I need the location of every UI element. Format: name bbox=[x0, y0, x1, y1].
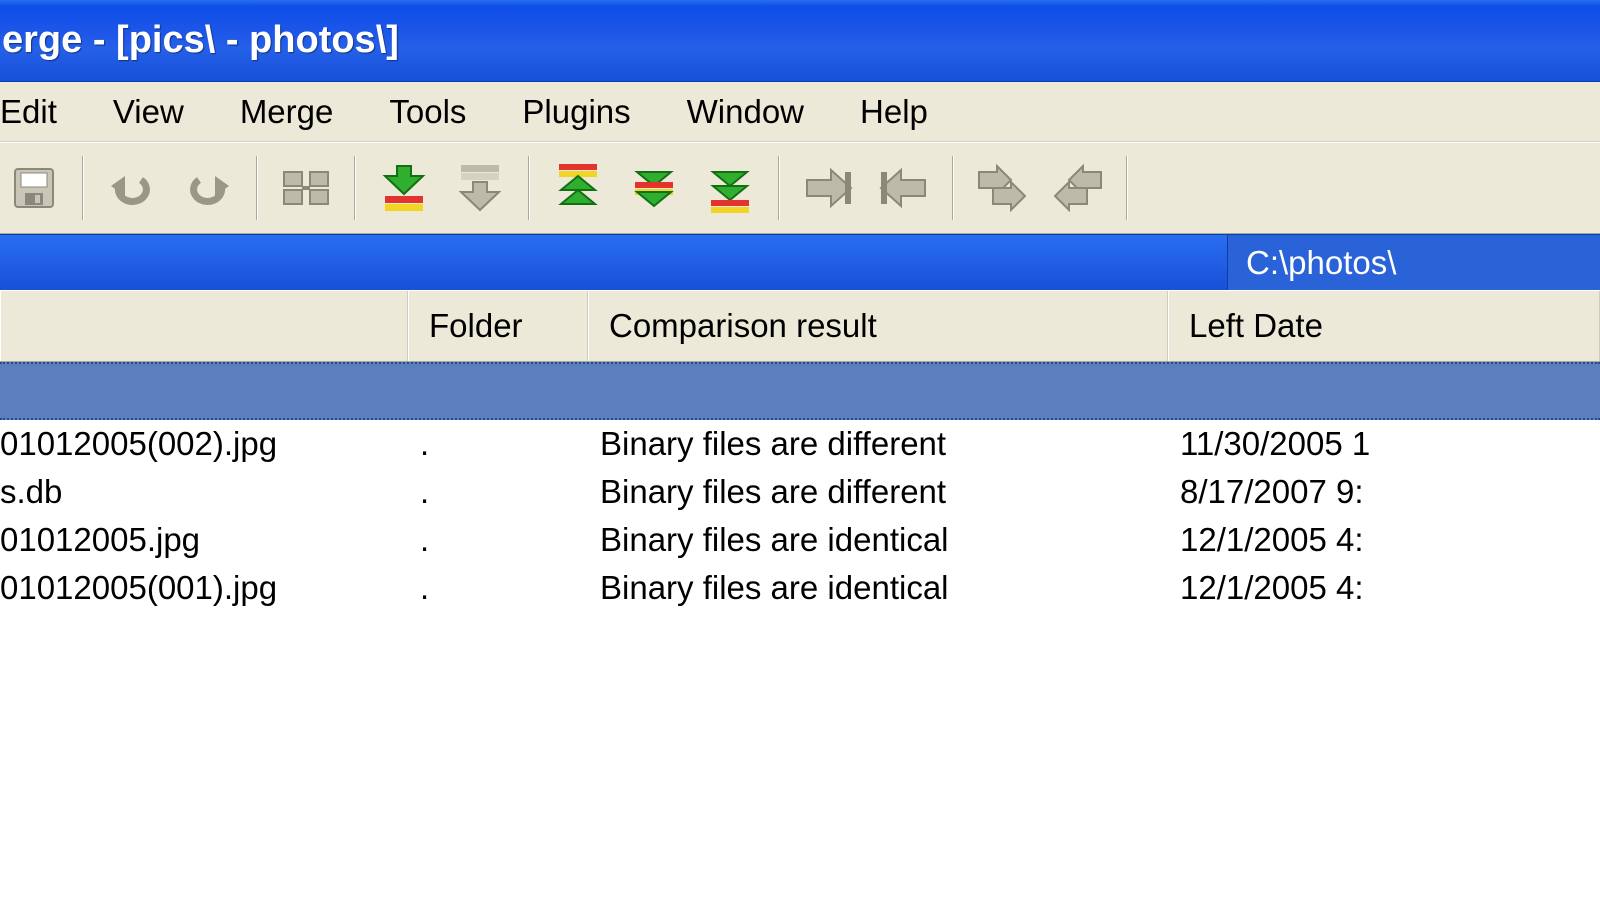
undo-button[interactable] bbox=[98, 156, 166, 220]
menubar: Edit View Merge Tools Plugins Window Hel… bbox=[0, 82, 1600, 142]
menu-help[interactable]: Help bbox=[832, 87, 956, 137]
next-diff-button[interactable] bbox=[370, 156, 438, 220]
menu-tools[interactable]: Tools bbox=[361, 87, 494, 137]
prev-diff-button[interactable] bbox=[446, 156, 514, 220]
menu-label: Help bbox=[860, 93, 928, 130]
cell-left-date: 12/1/2005 4: bbox=[1168, 521, 1600, 559]
cell-comparison: Binary files are different bbox=[588, 425, 1168, 463]
redo-icon bbox=[183, 168, 233, 208]
column-label: Folder bbox=[429, 307, 523, 345]
selected-row[interactable] bbox=[0, 362, 1600, 420]
double-mid-icon bbox=[629, 162, 679, 214]
column-filename[interactable] bbox=[0, 291, 408, 361]
current-diff-button[interactable] bbox=[620, 156, 688, 220]
table-row[interactable]: 01012005.jpg . Binary files are identica… bbox=[0, 516, 1600, 564]
toolbar-separator bbox=[256, 156, 258, 220]
cell-filename: 01012005.jpg bbox=[0, 521, 408, 559]
right-pane-path-text: C:\photos\ bbox=[1246, 244, 1396, 282]
menu-label: Plugins bbox=[522, 93, 630, 130]
double-down-icon bbox=[705, 162, 755, 214]
arrow-left-icon bbox=[877, 166, 931, 210]
diff-down-icon bbox=[379, 162, 429, 214]
right-pane-path[interactable]: C:\photos\ bbox=[1228, 235, 1600, 290]
cell-left-date: 12/1/2005 4: bbox=[1168, 569, 1600, 607]
undo-icon bbox=[107, 168, 157, 208]
toolbar-separator bbox=[952, 156, 954, 220]
column-label: Left Date bbox=[1189, 307, 1323, 345]
column-header-row: Folder Comparison result Left Date bbox=[0, 290, 1600, 362]
left-pane-path[interactable] bbox=[0, 235, 1228, 290]
column-left-date[interactable]: Left Date bbox=[1168, 291, 1600, 361]
menu-label: Tools bbox=[389, 93, 466, 130]
last-diff-button[interactable] bbox=[696, 156, 764, 220]
table-row[interactable]: 01012005(002).jpg . Binary files are dif… bbox=[0, 420, 1600, 468]
window-titlebar: erge - [pics\ - photos\] bbox=[0, 0, 1600, 82]
toolbar-separator bbox=[82, 156, 84, 220]
cell-folder: . bbox=[408, 569, 588, 607]
merge-right-icon bbox=[975, 164, 1029, 212]
table-row[interactable]: s.db . Binary files are different 8/17/2… bbox=[0, 468, 1600, 516]
cell-left-date: 11/30/2005 1 bbox=[1168, 425, 1600, 463]
copy-right-button[interactable] bbox=[794, 156, 862, 220]
menu-merge[interactable]: Merge bbox=[212, 87, 362, 137]
cell-filename: 01012005(002).jpg bbox=[0, 425, 408, 463]
menu-label: Edit bbox=[0, 93, 57, 130]
result-grid: 01012005(002).jpg . Binary files are dif… bbox=[0, 420, 1600, 900]
menu-label: View bbox=[113, 93, 184, 130]
pathbar: C:\photos\ bbox=[0, 234, 1600, 290]
menu-label: Merge bbox=[240, 93, 334, 130]
menu-edit[interactable]: Edit bbox=[0, 87, 85, 137]
compare-blocks-icon bbox=[280, 166, 332, 210]
compare-blocks-button[interactable] bbox=[272, 156, 340, 220]
toolbar-separator bbox=[778, 156, 780, 220]
column-label: Comparison result bbox=[609, 307, 877, 345]
all-right-button[interactable] bbox=[968, 156, 1036, 220]
menu-view[interactable]: View bbox=[85, 87, 212, 137]
save-button[interactable] bbox=[0, 156, 68, 220]
arrow-right-icon bbox=[801, 166, 855, 210]
table-row[interactable]: 01012005(001).jpg . Binary files are ide… bbox=[0, 564, 1600, 612]
column-folder[interactable]: Folder bbox=[408, 291, 588, 361]
cell-filename: 01012005(001).jpg bbox=[0, 569, 408, 607]
merge-left-icon bbox=[1051, 164, 1105, 212]
cell-filename: s.db bbox=[0, 473, 408, 511]
cell-folder: . bbox=[408, 521, 588, 559]
cell-folder: . bbox=[408, 473, 588, 511]
cell-folder: . bbox=[408, 425, 588, 463]
cell-comparison: Binary files are different bbox=[588, 473, 1168, 511]
toolbar-separator bbox=[1126, 156, 1128, 220]
diff-up-icon bbox=[455, 162, 505, 214]
toolbar-separator bbox=[528, 156, 530, 220]
column-comparison[interactable]: Comparison result bbox=[588, 291, 1168, 361]
menu-plugins[interactable]: Plugins bbox=[494, 87, 658, 137]
cell-left-date: 8/17/2007 9: bbox=[1168, 473, 1600, 511]
toolbar bbox=[0, 142, 1600, 234]
double-up-icon bbox=[553, 162, 603, 214]
copy-left-button[interactable] bbox=[870, 156, 938, 220]
menu-label: Window bbox=[687, 93, 804, 130]
save-icon bbox=[11, 165, 57, 211]
cell-comparison: Binary files are identical bbox=[588, 569, 1168, 607]
redo-button[interactable] bbox=[174, 156, 242, 220]
toolbar-separator bbox=[354, 156, 356, 220]
cell-comparison: Binary files are identical bbox=[588, 521, 1168, 559]
menu-window[interactable]: Window bbox=[659, 87, 832, 137]
first-diff-button[interactable] bbox=[544, 156, 612, 220]
window-title: erge - [pics\ - photos\] bbox=[2, 19, 399, 62]
all-left-button[interactable] bbox=[1044, 156, 1112, 220]
